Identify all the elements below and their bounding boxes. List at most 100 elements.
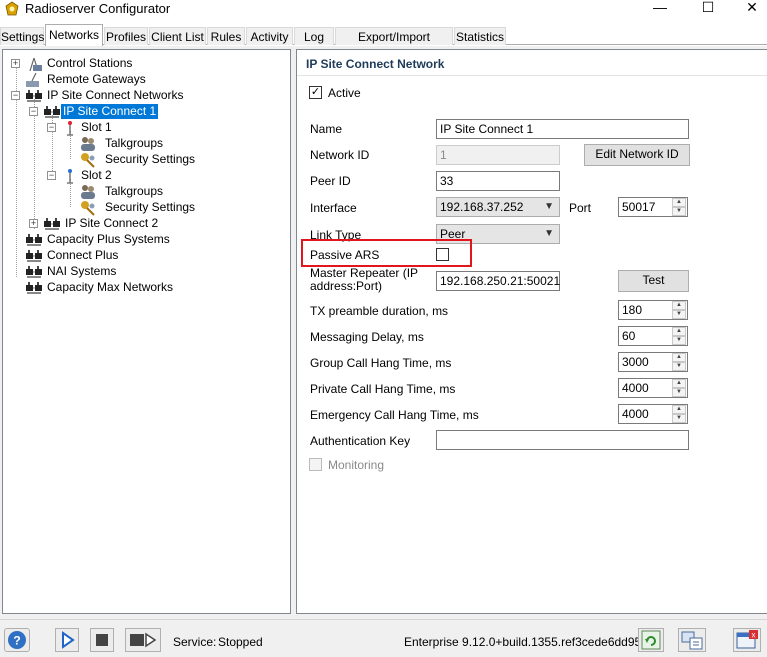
tab-rules[interactable]: Rules [207,27,245,45]
network-tree[interactable]: + Control Stations Remote Gateways − IP … [2,49,291,614]
minimize-button[interactable]: — [637,0,683,20]
private-call-value: 4000 [622,381,649,395]
name-label: Name [310,122,343,136]
tree-item-remote-gateways[interactable]: Remote Gateways [11,72,211,88]
passive-ars-label: Passive ARS [310,248,380,262]
tab-activity[interactable]: Activity [246,27,293,45]
port-stepper[interactable]: 50017 ▲ ▼ [618,197,688,217]
spin-up-icon[interactable]: ▲ [672,301,686,310]
tab-client-list[interactable]: Client List [149,27,206,45]
collapse-icon[interactable]: − [29,107,38,116]
group-call-value: 3000 [622,355,649,369]
import-button[interactable] [678,628,706,652]
spin-down-icon[interactable]: ▼ [672,414,686,423]
active-checkbox[interactable]: ✓ [309,86,322,99]
tab-export-import[interactable]: Export/Import Settings [335,27,453,58]
spin-down-icon[interactable]: ▼ [672,362,686,371]
title-bar: Radioserver Configurator — ☐ ✕ [0,0,767,22]
private-call-stepper[interactable]: 4000 ▲ ▼ [618,378,688,398]
app-logo-icon [5,1,19,16]
auth-key-input[interactable] [436,430,689,450]
interface-label: Interface [310,201,357,215]
tree-item-ip-site-connect-1[interactable]: − IP Site Connect 1 [29,104,229,120]
step-service-button[interactable] [125,628,161,652]
messaging-delay-label: Messaging Delay, ms [310,330,424,344]
tree-item-security-settings-slot-1[interactable]: Security Settings [65,152,225,168]
tree-item-talkgroups-slot-1[interactable]: Talkgroups [65,136,205,152]
tree-item-slot-2[interactable]: − Slot 2 [47,168,167,184]
group-call-stepper[interactable]: 3000 ▲ ▼ [618,352,688,372]
tower-icon [29,57,42,72]
interface-select[interactable]: 192.168.37.252 ▼ [436,197,560,217]
tab-profiles[interactable]: Profiles [104,27,148,45]
emergency-call-value: 4000 [622,407,649,421]
spin-down-icon[interactable]: ▼ [672,388,686,397]
network-icon [25,89,43,103]
spin-up-icon[interactable]: ▲ [672,405,686,414]
tree-item-label: Capacity Max Networks [47,280,174,294]
tx-preamble-label: TX preamble duration, ms [310,304,449,318]
emergency-call-label: Emergency Call Hang Time, ms [310,408,479,422]
tree-item-ip-site-connect-2[interactable]: + IP Site Connect 2 [29,216,229,232]
tab-networks[interactable]: Networks [45,24,103,46]
expand-icon[interactable]: + [11,59,20,68]
tx-preamble-stepper[interactable]: 180 ▲ ▼ [618,300,688,320]
tab-label: Statistics [455,30,504,44]
test-button[interactable]: Test [618,270,689,292]
edit-network-id-button[interactable]: Edit Network ID [584,144,690,166]
expand-icon[interactable]: + [29,219,38,228]
tx-preamble-value: 180 [622,303,643,317]
network-icon [43,105,61,119]
spin-down-icon[interactable]: ▼ [672,336,686,345]
refresh-button[interactable] [638,628,664,652]
name-input[interactable]: IP Site Connect 1 [436,119,689,139]
tree-item-security-settings-slot-2[interactable]: Security Settings [65,200,225,216]
start-service-button[interactable] [55,628,79,652]
stop-service-button[interactable] [90,628,114,652]
spin-up-icon[interactable]: ▲ [672,353,686,362]
group-call-label: Group Call Hang Time, ms [310,356,452,370]
step-forward-icon [130,632,157,648]
master-repeater-input[interactable]: 192.168.250.21:50021 [436,271,560,291]
spin-down-icon[interactable]: ▼ [672,310,686,319]
tree-item-capacity-max-networks[interactable]: Capacity Max Networks [11,280,231,296]
spin-up-icon[interactable]: ▲ [672,198,686,207]
interface-value: 192.168.37.252 [440,200,524,214]
tab-label: Client List [151,30,204,44]
tree-item-label: Connect Plus [47,248,119,262]
messaging-delay-stepper[interactable]: 60 ▲ ▼ [618,326,688,346]
play-icon [62,631,75,649]
collapse-icon[interactable]: − [47,171,56,180]
tree-item-slot-1[interactable]: − Slot 1 [47,120,167,136]
passive-ars-checkbox[interactable] [436,248,449,261]
tab-settings[interactable]: Settings [0,27,44,45]
slot-icon [67,169,73,184]
peer-id-input[interactable]: 33 [436,171,560,191]
tree-item-connect-plus[interactable]: Connect Plus [11,248,231,264]
tree-item-talkgroups-slot-2[interactable]: Talkgroups [65,184,205,200]
spin-up-icon[interactable]: ▲ [672,327,686,336]
network-icon [25,281,43,295]
tree-item-label: Control Stations [47,56,133,70]
emergency-call-stepper[interactable]: 4000 ▲ ▼ [618,404,688,424]
tree-item-ip-site-connect-networks[interactable]: − IP Site Connect Networks [11,88,231,104]
spin-up-icon[interactable]: ▲ [672,379,686,388]
close-button[interactable]: ✕ [729,0,767,20]
tab-statistics[interactable]: Statistics [454,27,506,45]
group-icon [81,137,95,151]
tree-item-control-stations[interactable]: + Control Stations [11,56,211,72]
help-button[interactable]: ? [4,628,30,652]
collapse-icon[interactable]: − [47,123,56,132]
maximize-button[interactable]: ☐ [685,0,731,20]
tree-item-nai-systems[interactable]: NAI Systems [11,264,231,280]
private-call-label: Private Call Hang Time, ms [310,382,456,396]
network-icon [25,265,43,279]
spin-down-icon[interactable]: ▼ [672,207,686,216]
close-window-button[interactable]: x [733,628,761,652]
chevron-down-icon: ▼ [544,201,554,212]
stop-icon [96,634,108,646]
collapse-icon[interactable]: − [11,91,20,100]
tab-log[interactable]: Log [294,27,334,45]
tree-item-capacity-plus-systems[interactable]: Capacity Plus Systems [11,232,231,248]
network-icon [43,217,61,231]
